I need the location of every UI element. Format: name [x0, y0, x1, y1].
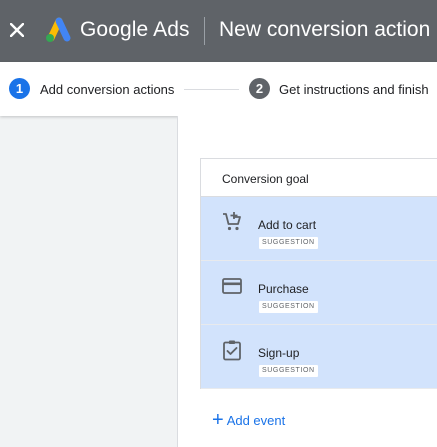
goal-row-add-to-cart[interactable]: Add to cart SUGGESTION	[201, 197, 437, 261]
step-1-number: 1	[9, 78, 30, 99]
plus-icon: +	[212, 409, 224, 431]
top-app-bar: Google Ads New conversion action	[0, 0, 437, 62]
step-connector	[184, 89, 239, 90]
step-2-label: Get instructions and finish	[279, 82, 429, 97]
credit-card-icon	[222, 278, 242, 294]
cart-plus-icon	[223, 212, 241, 231]
brand-name: Google Ads	[80, 18, 190, 41]
close-button[interactable]	[6, 19, 28, 41]
header-divider	[204, 17, 205, 45]
conversion-goal-card: Conversion goal Add to cart SUGGESTION P…	[200, 158, 437, 389]
add-event-button[interactable]: + Add event	[212, 409, 286, 431]
goal-label: Sign-up	[258, 346, 300, 360]
main-content: Conversion goal Add to cart SUGGESTION P…	[177, 116, 437, 447]
card-header: Conversion goal	[201, 159, 437, 197]
goal-row-purchase[interactable]: Purchase SUGGESTION	[201, 261, 437, 325]
goal-label: Add to cart	[258, 218, 317, 232]
clipboard-check-icon	[223, 340, 241, 361]
suggestion-badge: SUGGESTION	[259, 365, 318, 377]
suggestion-badge: SUGGESTION	[259, 301, 318, 313]
suggestion-badge: SUGGESTION	[259, 237, 318, 249]
goal-row-sign-up[interactable]: Sign-up SUGGESTION	[201, 325, 437, 389]
add-event-label: Add event	[226, 412, 286, 428]
step-2-number: 2	[249, 78, 270, 99]
goal-label: Purchase	[258, 282, 309, 296]
close-icon	[10, 23, 24, 37]
page-title: New conversion action	[219, 18, 431, 41]
step-1-label: Add conversion actions	[40, 82, 175, 97]
stepper: 1 Add conversion actions 2 Get instructi…	[0, 62, 437, 116]
google-ads-logo-icon	[46, 17, 71, 42]
